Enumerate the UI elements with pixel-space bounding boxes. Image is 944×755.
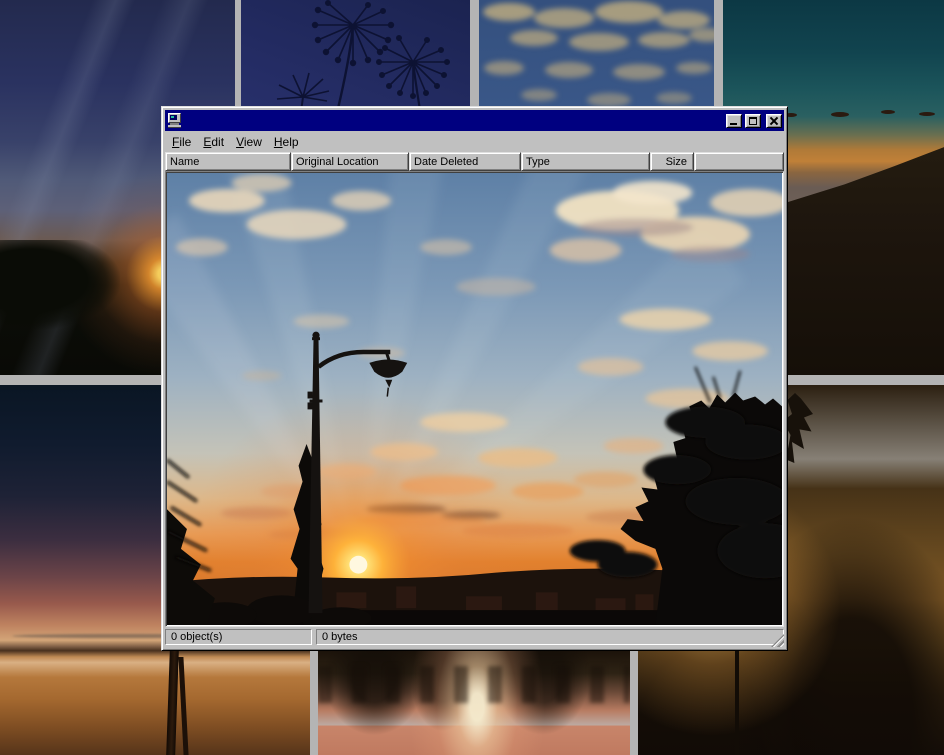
column-header-type[interactable]: Type bbox=[521, 152, 650, 171]
menu-help[interactable]: Help bbox=[268, 133, 305, 151]
maximize-icon bbox=[749, 117, 757, 125]
water-pole bbox=[178, 657, 188, 755]
status-size: 0 bytes bbox=[316, 629, 784, 645]
column-header-filler bbox=[694, 152, 784, 171]
close-icon bbox=[769, 116, 779, 126]
column-header-name[interactable]: Name bbox=[165, 152, 291, 171]
monitor-screen bbox=[170, 115, 177, 120]
status-bar: 0 object(s) 0 bytes bbox=[165, 627, 784, 647]
menu-view[interactable]: View bbox=[230, 133, 268, 151]
menu-edit[interactable]: Edit bbox=[197, 133, 230, 151]
monitor-foot bbox=[168, 125, 181, 128]
minimize-button[interactable] bbox=[726, 114, 742, 128]
column-header-date-deleted[interactable]: Date Deleted bbox=[409, 152, 521, 171]
column-header-original-location[interactable]: Original Location bbox=[291, 152, 409, 171]
maximize-button[interactable] bbox=[745, 114, 761, 128]
menu-file[interactable]: File bbox=[166, 133, 197, 151]
sunset-streetlamp-photo bbox=[167, 173, 782, 625]
status-object-count: 0 object(s) bbox=[165, 629, 312, 645]
column-header-row: Name Original Location Date Deleted Type… bbox=[165, 152, 784, 171]
window-titlebar[interactable] bbox=[165, 110, 784, 131]
file-list-view[interactable] bbox=[165, 171, 784, 627]
computer-monitor-icon[interactable] bbox=[167, 113, 183, 128]
minimize-icon bbox=[730, 123, 737, 125]
menu-bar: File Edit View Help bbox=[165, 131, 784, 152]
column-header-size[interactable]: Size bbox=[650, 152, 694, 171]
recycle-bin-window: File Edit View Help Name Original Locati… bbox=[161, 106, 788, 651]
close-button[interactable] bbox=[766, 114, 782, 128]
pole-silhouette bbox=[735, 637, 739, 755]
water-pole bbox=[166, 651, 179, 755]
